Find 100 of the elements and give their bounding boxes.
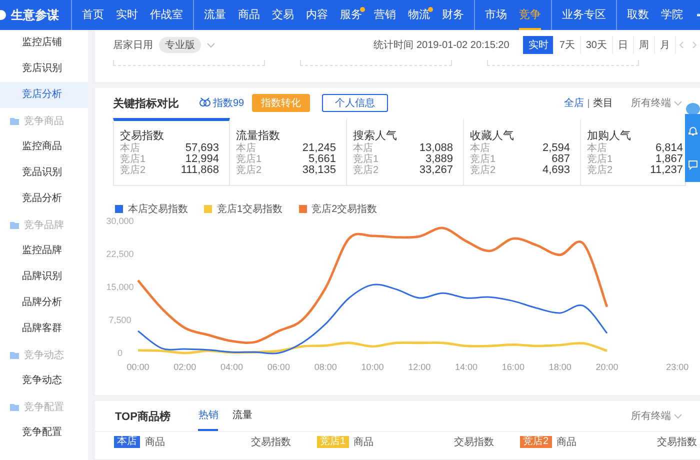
metric-label: 竞店2 bbox=[470, 165, 496, 176]
metric-value: 57,693 bbox=[185, 143, 219, 154]
action-button[interactable]: 个人信息 bbox=[322, 94, 388, 112]
category-label: 居家日用 bbox=[113, 38, 153, 52]
sidebar-group-label: 竞争配置 bbox=[24, 400, 64, 414]
metric-label: 本店 bbox=[587, 143, 607, 154]
nav-item[interactable]: 市场 bbox=[485, 0, 507, 30]
legend-label: 本店交易指数 bbox=[128, 202, 188, 216]
metric-label: 竞店1 bbox=[236, 154, 262, 165]
legend-label: 竞店2交易指数 bbox=[312, 202, 378, 216]
nav-item[interactable]: 首页 bbox=[82, 0, 104, 30]
metric-label: 本店 bbox=[120, 143, 140, 154]
metric-value: 11,237 bbox=[650, 165, 683, 176]
axis-label: 20:00 bbox=[596, 362, 618, 372]
axis-label: 18:00 bbox=[548, 362, 572, 372]
column-header: 交易指数 bbox=[251, 436, 291, 449]
brand-name: 生意参谋 bbox=[11, 6, 59, 24]
metric-value: 6,814 bbox=[655, 143, 683, 154]
sidebar-item[interactable]: 竞品分析 bbox=[0, 186, 88, 212]
nav-item[interactable]: 业务专区 bbox=[562, 0, 606, 30]
axis-label: 08:00 bbox=[314, 362, 337, 372]
metric-value: 687 bbox=[552, 154, 570, 165]
column-header: 交易指数 bbox=[657, 436, 697, 449]
nav-item[interactable]: 学院 bbox=[661, 0, 683, 30]
metric-value: 1,867 bbox=[655, 154, 683, 165]
metric-label: 竞店2 bbox=[353, 165, 379, 176]
scope-link[interactable]: 全店 bbox=[564, 96, 584, 110]
axis-label: 15,000 bbox=[106, 282, 134, 292]
metric-label: 竞店1 bbox=[120, 154, 146, 165]
metric-title: 流量指数 bbox=[236, 130, 281, 142]
tab[interactable]: 流量 bbox=[232, 401, 252, 431]
nav-item[interactable]: 实时 bbox=[116, 0, 138, 30]
sidebar-item[interactable]: 竞争动态 bbox=[0, 368, 88, 394]
axis-label: 06:00 bbox=[267, 362, 290, 372]
nav-item[interactable]: 内容 bbox=[306, 0, 328, 30]
index-label: 指数99 bbox=[213, 96, 244, 110]
edition-tag: 专业版 bbox=[159, 37, 201, 53]
store-tag: 竞店2 bbox=[520, 436, 552, 448]
axis-label: 30,000 bbox=[106, 216, 134, 226]
sidebar-group-label: 竞争商品 bbox=[24, 114, 64, 128]
nav-item[interactable]: 取数 bbox=[627, 0, 649, 30]
sidebar-item[interactable]: 品牌识别 bbox=[0, 264, 88, 290]
sidebar-item[interactable]: 竞店识别 bbox=[0, 56, 88, 82]
metric-value: 12,994 bbox=[185, 154, 219, 165]
metric-value: 21,245 bbox=[302, 143, 336, 154]
metric-value: 3,889 bbox=[425, 154, 453, 165]
sidebar-item[interactable]: 品牌客群 bbox=[0, 316, 88, 342]
nav-item[interactable]: 物流 bbox=[408, 0, 430, 30]
sidebar-item[interactable]: 竞店分析 bbox=[0, 82, 88, 108]
sidebar-item[interactable]: 竞争配置 bbox=[0, 420, 88, 446]
axis-label: 23:00 bbox=[666, 362, 689, 372]
nav-item[interactable]: 作战室 bbox=[150, 0, 183, 30]
sidebar-item[interactable]: 监控店铺 bbox=[0, 30, 88, 56]
column-header: 商品 bbox=[354, 436, 374, 449]
nav-item[interactable]: 交易 bbox=[272, 0, 294, 30]
metric-value: 111,868 bbox=[180, 165, 219, 176]
metric-card[interactable]: 搜索人气 本店 13,088 竞店1 3,889 竞店2 33,267 bbox=[347, 118, 464, 186]
sidebar-item[interactable]: 品牌分析 bbox=[0, 290, 88, 316]
store-tag: 竞店1 bbox=[317, 436, 349, 448]
stat-time: 统计时间 2019-01-02 20:15:20 bbox=[374, 38, 510, 52]
metric-card[interactable]: 流量指数 本店 21,245 竞店1 5,661 竞店2 38,135 bbox=[230, 118, 347, 186]
nav-item[interactable]: 竞争 bbox=[519, 0, 541, 30]
sidebar-item[interactable]: 监控品牌 bbox=[0, 238, 88, 264]
scope-link[interactable]: 类目 bbox=[593, 96, 613, 110]
metric-title: 收藏人气 bbox=[470, 130, 515, 142]
axis-label: 00:00 bbox=[126, 362, 150, 372]
axis-label: 22,500 bbox=[106, 249, 134, 259]
metric-label: 竞店1 bbox=[353, 154, 379, 165]
nav-item[interactable]: 营销 bbox=[374, 0, 396, 30]
store-tag: 本店 bbox=[114, 436, 140, 448]
axis-label: 16:00 bbox=[502, 362, 524, 372]
nav-item[interactable]: 财务 bbox=[442, 0, 464, 30]
metric-title: 搜索人气 bbox=[353, 130, 398, 142]
range-button[interactable]: 实时 bbox=[523, 36, 554, 54]
sidebar-item[interactable]: 监控商品 bbox=[0, 134, 88, 160]
metric-label: 竞店2 bbox=[120, 165, 146, 176]
axis-label: 12:00 bbox=[408, 362, 431, 372]
metric-value: 5,661 bbox=[308, 154, 336, 165]
nav-item[interactable]: 流量 bbox=[204, 0, 226, 30]
terminal-select[interactable]: 所有终端 bbox=[631, 409, 671, 423]
metric-card[interactable]: 收藏人气 本店 2,594 竞店1 687 竞店2 4,693 bbox=[464, 118, 581, 186]
metric-value: 33,267 bbox=[419, 165, 453, 176]
sidebar-item[interactable]: 竞品识别 bbox=[0, 160, 88, 186]
metric-value: 38,135 bbox=[302, 165, 336, 176]
metric-value: 2,594 bbox=[542, 143, 570, 154]
axis-label: 10:00 bbox=[361, 362, 384, 372]
metric-card[interactable]: 交易指数 本店 57,693 竞店1 12,994 竞店2 111,868 bbox=[113, 118, 230, 186]
section-title: 关键指标对比 bbox=[113, 96, 179, 110]
nav-item[interactable]: 服务 bbox=[340, 0, 362, 30]
tab[interactable]: 热销 bbox=[198, 401, 218, 431]
metric-label: 竞店1 bbox=[587, 154, 613, 165]
metric-value: 13,088 bbox=[419, 143, 453, 154]
metric-value: 4,693 bbox=[542, 165, 570, 176]
axis-label: 04:00 bbox=[220, 362, 244, 372]
nav-item[interactable]: 商品 bbox=[238, 0, 260, 30]
section-title: TOP商品榜 bbox=[115, 410, 170, 424]
axis-label: 02:00 bbox=[174, 362, 196, 372]
terminal-select[interactable]: 所有终端 bbox=[631, 96, 671, 110]
sidebar-group-label: 竞争品牌 bbox=[24, 218, 64, 232]
column-header: 商品 bbox=[145, 436, 165, 449]
